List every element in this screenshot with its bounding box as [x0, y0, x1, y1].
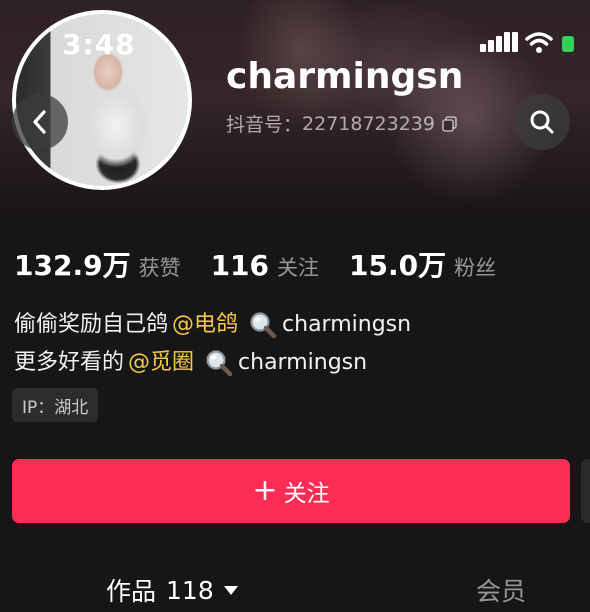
bio-line-2: 更多好看的 @觅圈 charmingsn	[14, 344, 411, 382]
magnifier-icon	[250, 312, 277, 339]
tab-member[interactable]: 会员	[476, 572, 526, 608]
username: charmingsn	[226, 56, 464, 97]
stat-followers-label: 粉丝	[454, 256, 497, 280]
stat-followers-value: 15.0万	[349, 249, 447, 282]
tab-works-count: 118	[166, 575, 214, 605]
status-time: 3:48	[62, 28, 136, 61]
follow-button-label: 关注	[283, 481, 330, 507]
battery-icon	[562, 36, 574, 52]
bio-line-2-text: 更多好看的	[14, 350, 125, 375]
wifi-icon	[525, 32, 553, 53]
tab-works-label: 作品	[106, 577, 157, 606]
stat-following[interactable]: 116 关注	[211, 249, 319, 282]
status-icons	[480, 30, 590, 60]
magnifier-icon	[206, 350, 233, 377]
bio: 偷偷奖励自己鸽 @电鸽 charmingsn 更多好看的 @觅圈 charmin…	[14, 306, 411, 382]
stat-likes[interactable]: 132.9万 获赞	[14, 244, 181, 284]
side-button-edge[interactable]	[581, 459, 590, 523]
profile-screen: 3:48 charmingsn 抖音号： 22718723239 132.9万 …	[0, 0, 590, 612]
cellular-signal-icon	[480, 30, 518, 56]
caret-down-icon	[223, 585, 238, 595]
stat-following-label: 关注	[277, 256, 320, 280]
copy-icon[interactable]	[441, 115, 459, 133]
follow-button[interactable]: + 关注	[12, 459, 570, 523]
mention-link-2[interactable]: @觅圈	[128, 344, 194, 382]
back-button[interactable]	[12, 94, 68, 150]
douyin-id-value: 22718723239	[302, 112, 435, 135]
content-tabs: 作品 118 会员	[0, 560, 590, 612]
profile-stats: 132.9万 获赞 116 关注 15.0万 粉丝	[14, 244, 526, 284]
mention-link-1[interactable]: @电鸽	[172, 306, 238, 344]
douyin-id[interactable]: 抖音号： 22718723239	[226, 110, 459, 137]
plus-icon: +	[252, 473, 278, 508]
chevron-left-icon	[33, 110, 46, 134]
ip-location-tag: IP：湖北	[12, 388, 99, 422]
search-keyword-1[interactable]: charmingsn	[282, 306, 411, 344]
search-button[interactable]	[514, 94, 570, 150]
stat-likes-label: 获赞	[138, 256, 181, 280]
stat-likes-value: 132.9万	[14, 249, 131, 282]
tab-works[interactable]: 作品 118	[106, 572, 238, 608]
stat-followers[interactable]: 15.0万 粉丝	[349, 244, 496, 284]
search-keyword-2[interactable]: charmingsn	[238, 344, 367, 382]
douyin-id-label: 抖音号：	[226, 114, 303, 136]
search-icon	[530, 110, 554, 134]
bio-line-1-text: 偷偷奖励自己鸽	[14, 312, 169, 337]
stat-following-value: 116	[210, 249, 270, 282]
bio-line-1: 偷偷奖励自己鸽 @电鸽 charmingsn	[14, 306, 411, 344]
